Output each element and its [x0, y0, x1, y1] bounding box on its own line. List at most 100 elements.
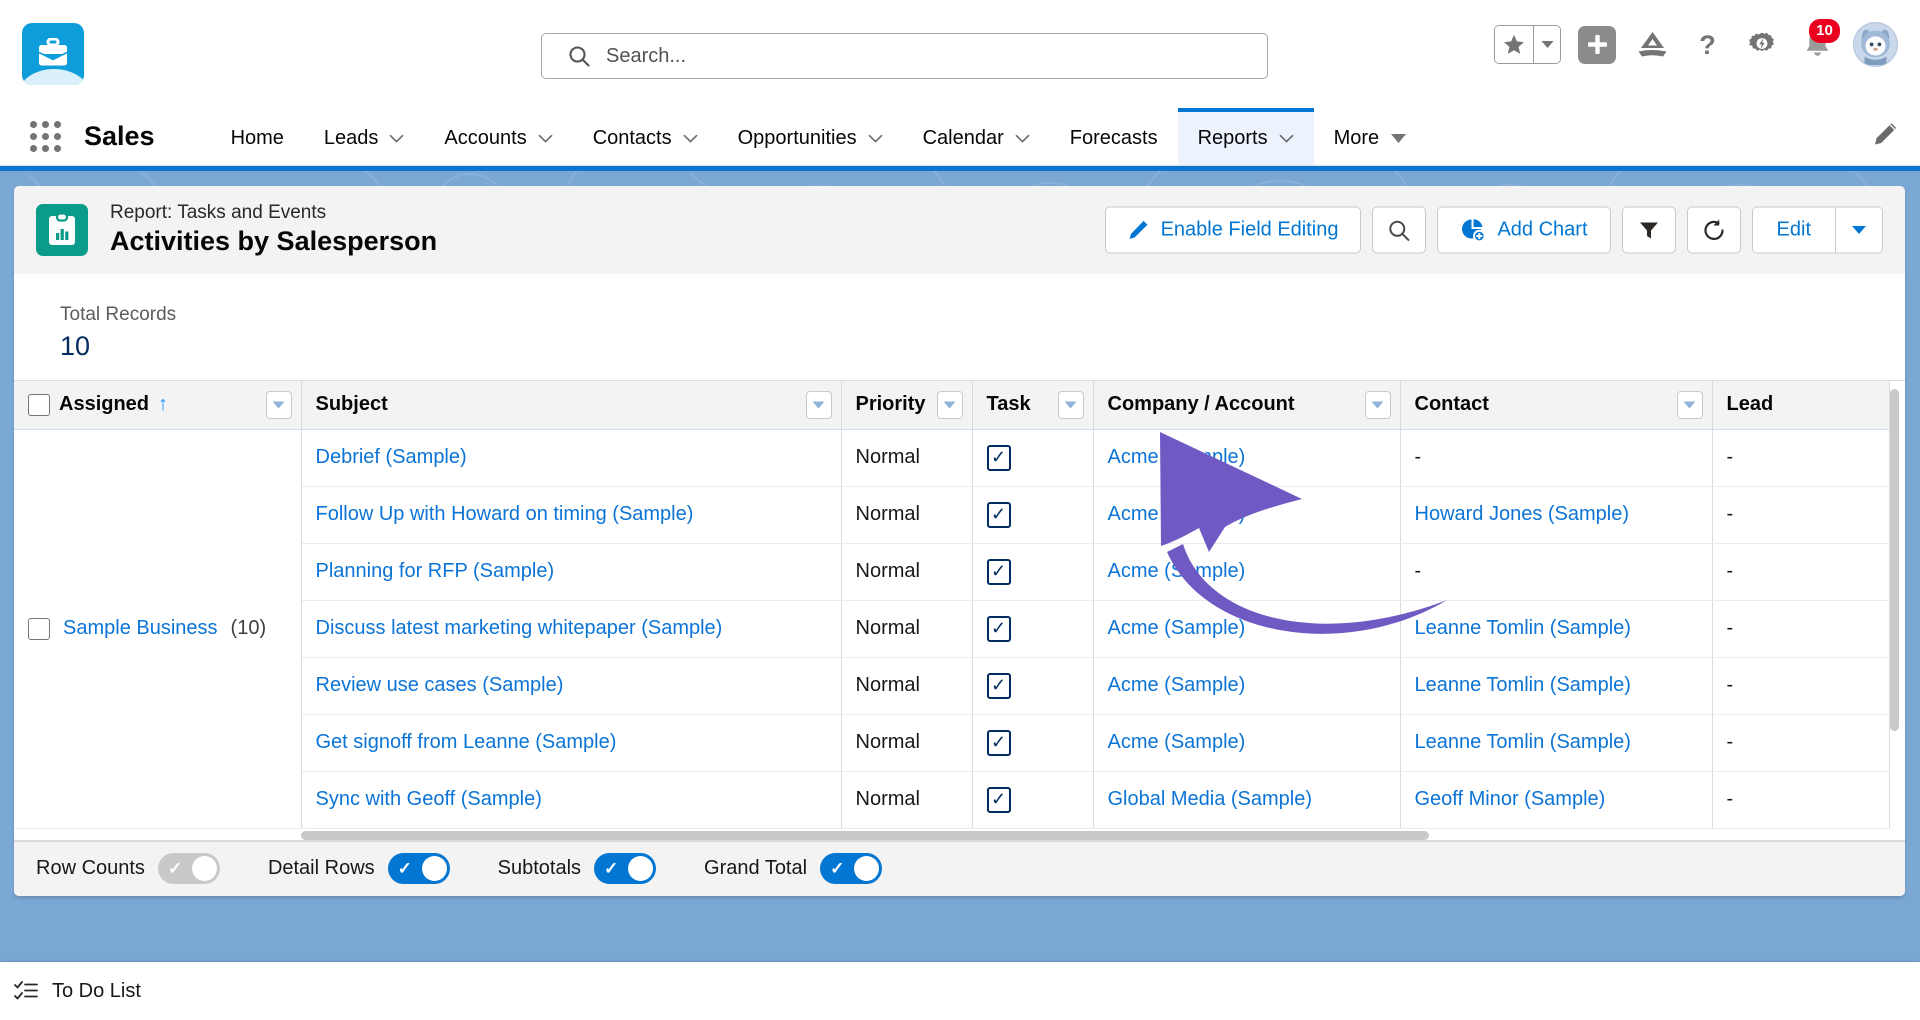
task-checkbox-checked[interactable]: ✓: [986, 786, 1011, 813]
salesforce-app-logo[interactable]: [22, 23, 84, 85]
column-menu-button[interactable]: [1057, 390, 1084, 419]
company-link[interactable]: Acme (Sample): [1108, 674, 1246, 696]
contact-link[interactable]: Leanne Tomlin (Sample): [1415, 731, 1631, 753]
column-menu-button[interactable]: [1676, 390, 1703, 419]
subject-link[interactable]: Get signoff from Leanne (Sample): [316, 731, 617, 753]
report-search-button[interactable]: [1372, 206, 1427, 254]
select-all-checkbox[interactable]: [28, 393, 50, 416]
company-link[interactable]: Acme (Sample): [1108, 731, 1246, 753]
report-type-icon: [36, 204, 88, 256]
column-menu-button[interactable]: [805, 390, 832, 419]
nav-tab-opportunities[interactable]: Opportunities: [718, 108, 903, 165]
edit-button[interactable]: Edit: [1752, 207, 1835, 253]
detail-rows-switch[interactable]: ✓: [387, 853, 450, 884]
report-filter-button[interactable]: [1621, 206, 1676, 254]
row-counts-switch[interactable]: ✓: [157, 853, 220, 884]
table-vertical-scrollbar[interactable]: [1890, 389, 1899, 755]
global-add-button[interactable]: [1578, 25, 1616, 64]
nav-tab-calendar[interactable]: Calendar: [903, 108, 1050, 165]
contact-link[interactable]: Leanne Tomlin (Sample): [1415, 617, 1631, 639]
task-checkbox-checked[interactable]: ✓: [986, 615, 1011, 642]
nav-tab-accounts[interactable]: Accounts: [424, 108, 572, 165]
contact-link[interactable]: Howard Jones (Sample): [1415, 503, 1630, 525]
favorites-button-group[interactable]: [1494, 25, 1561, 64]
app-launcher-button[interactable]: [28, 108, 62, 165]
task-checkbox-checked[interactable]: ✓: [986, 501, 1011, 528]
company-link[interactable]: Acme (Sample): [1108, 617, 1246, 639]
scrollbar-thumb[interactable]: [1890, 389, 1899, 731]
edit-navigation-button[interactable]: [1872, 121, 1898, 152]
edit-button-group[interactable]: Edit: [1751, 206, 1883, 254]
column-header-subject[interactable]: Subject: [301, 381, 842, 430]
subject-link[interactable]: Debrief (Sample): [316, 446, 467, 468]
contact-link[interactable]: Leanne Tomlin (Sample): [1415, 674, 1631, 696]
toggle-grand-total[interactable]: Grand Total ✓: [704, 853, 883, 884]
toggle-subtotals[interactable]: Subtotals ✓: [498, 853, 657, 884]
scrollbar-thumb[interactable]: [301, 830, 1429, 840]
subject-link[interactable]: Review use cases (Sample): [316, 674, 564, 696]
notifications-button[interactable]: 10: [1798, 18, 1840, 64]
toggle-row-counts[interactable]: Row Counts ✓: [36, 853, 220, 884]
contact-link[interactable]: Geoff Minor (Sample): [1415, 788, 1606, 810]
cell-priority: Normal: [841, 600, 973, 658]
cell-lead: -: [1712, 657, 1890, 715]
nav-tab-home[interactable]: Home: [211, 108, 304, 165]
enable-field-editing-button[interactable]: Enable Field Editing: [1104, 206, 1362, 254]
cell-company: Acme (Sample): [1093, 486, 1401, 544]
subject-link[interactable]: Follow Up with Howard on timing (Sample): [316, 503, 694, 525]
column-menu-button[interactable]: [1364, 390, 1391, 419]
cell-priority: Normal: [841, 771, 973, 829]
chevron-down-icon: [1852, 226, 1866, 234]
company-link[interactable]: Global Media (Sample): [1108, 788, 1313, 810]
favorites-dropdown-button[interactable]: [1533, 26, 1560, 63]
utility-item-to-do-list[interactable]: To Do List: [14, 980, 141, 1003]
task-checkbox-checked[interactable]: ✓: [986, 444, 1011, 471]
task-checkbox-checked[interactable]: ✓: [986, 672, 1011, 699]
help-button[interactable]: ?: [1688, 26, 1726, 64]
report-card: Report: Tasks and Events Activities by S…: [14, 186, 1905, 896]
add-chart-button[interactable]: Add Chart: [1437, 206, 1611, 254]
company-link[interactable]: Acme (Sample): [1108, 560, 1246, 582]
column-header-company-account[interactable]: Company / Account: [1093, 381, 1401, 430]
report-refresh-button[interactable]: [1686, 206, 1741, 254]
toggle-detail-rows[interactable]: Detail Rows ✓: [268, 853, 450, 884]
column-header-priority[interactable]: Priority: [841, 381, 973, 430]
nav-tab-contacts[interactable]: Contacts: [573, 108, 718, 165]
subject-link[interactable]: Discuss latest marketing whitepaper (Sam…: [316, 617, 723, 639]
global-search[interactable]: Search...: [541, 33, 1268, 79]
nav-tab-leads[interactable]: Leads: [304, 108, 425, 165]
company-link[interactable]: Acme (Sample): [1108, 446, 1246, 468]
trailhead-button[interactable]: [1633, 26, 1671, 64]
column-menu-button[interactable]: [265, 390, 292, 419]
column-header-contact[interactable]: Contact: [1400, 381, 1713, 430]
nav-tab-more[interactable]: More: [1314, 108, 1428, 165]
setup-button[interactable]: [1743, 26, 1781, 64]
nav-tab-reports[interactable]: Reports: [1177, 108, 1314, 165]
column-menu-button[interactable]: [936, 390, 963, 419]
user-avatar[interactable]: [1853, 22, 1898, 67]
search-input[interactable]: Search...: [541, 33, 1268, 79]
table-horizontal-scrollbar[interactable]: [14, 828, 1905, 841]
task-checkbox-checked[interactable]: ✓: [986, 558, 1011, 585]
edit-dropdown-button[interactable]: [1835, 207, 1882, 253]
total-records-label: Total Records: [60, 304, 177, 325]
subject-link[interactable]: Planning for RFP (Sample): [316, 560, 555, 582]
nav-tab-forecasts[interactable]: Forecasts: [1050, 108, 1178, 165]
company-link[interactable]: Acme (Sample): [1108, 503, 1246, 525]
group-select-checkbox[interactable]: [28, 617, 50, 640]
pie-chart-icon: [1462, 219, 1486, 243]
group-name-link[interactable]: Sample Business: [63, 617, 218, 640]
grand-total-switch[interactable]: ✓: [820, 853, 883, 884]
column-header-assigned[interactable]: Assigned ↑: [14, 381, 302, 430]
current-app-name[interactable]: Sales: [84, 108, 155, 165]
app-launcher-icon: [29, 121, 61, 152]
search-icon: [1389, 220, 1410, 241]
cell-contact: Leanne Tomlin (Sample): [1400, 600, 1713, 658]
task-checkbox-checked[interactable]: ✓: [986, 729, 1011, 756]
cell-task: ✓: [972, 429, 1094, 487]
column-header-lead[interactable]: Lead: [1712, 381, 1890, 430]
favorites-star-button[interactable]: [1495, 26, 1533, 63]
column-header-task[interactable]: Task: [972, 381, 1094, 430]
subject-link[interactable]: Sync with Geoff (Sample): [316, 788, 542, 810]
subtotals-switch[interactable]: ✓: [594, 853, 657, 884]
